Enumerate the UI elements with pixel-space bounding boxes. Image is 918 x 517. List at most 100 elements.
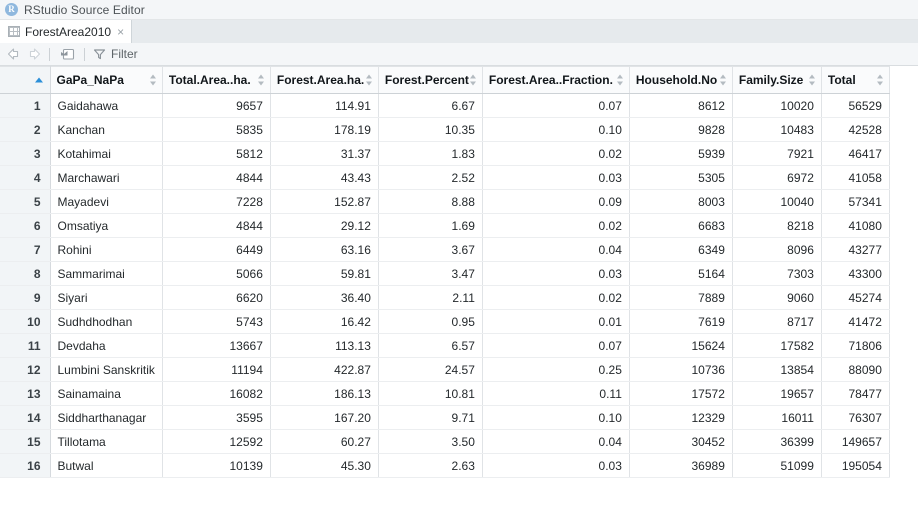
sort-toggle-icon[interactable] <box>150 74 157 86</box>
column-header-rownumber[interactable] <box>0 66 51 94</box>
table-row[interactable]: 13 Sainamaina 16082 186.13 10.81 0.11 17572 196… <box>0 381 890 406</box>
table-cell: 1.69 <box>378 213 483 238</box>
table-cell: 5066 <box>162 261 271 286</box>
table-cell: 2.52 <box>378 165 483 190</box>
table-cell: 10139 <box>162 453 271 478</box>
table-cell: 0.09 <box>482 189 630 214</box>
data-grid-container[interactable]: GaPa_NaPa Total.Area..ha. Forest.Area.ha. F… <box>0 66 918 517</box>
sort-toggle-icon[interactable] <box>720 74 727 86</box>
table-cell: 3.47 <box>378 261 483 286</box>
table-row[interactable]: 9 Siyari 6620 36.40 2.11 0.02 7889 9060 45274 <box>0 285 890 310</box>
table-cell: 0.11 <box>482 381 630 406</box>
back-arrow-icon[interactable] <box>7 48 24 60</box>
table-row[interactable]: 7 Rohini 6449 63.16 3.67 0.04 6349 8096 43277 <box>0 237 890 262</box>
column-header-label: Family.Size <box>738 73 804 87</box>
table-row[interactable]: 1 Gaidahawa 9657 114.91 6.67 0.07 8612 10020 565… <box>0 93 890 118</box>
table-cell: 45274 <box>821 285 890 310</box>
sort-toggle-icon[interactable] <box>617 74 624 86</box>
table-cell: 16.42 <box>270 309 379 334</box>
table-cell: 0.25 <box>482 357 630 382</box>
row-number-cell: 2 <box>0 117 51 142</box>
table-cell: 6.67 <box>378 93 483 118</box>
row-number-cell: 6 <box>0 213 51 238</box>
row-number-cell: 11 <box>0 333 51 358</box>
column-header-gapa-napa[interactable]: GaPa_NaPa <box>50 66 163 94</box>
table-cell: 12592 <box>162 429 271 454</box>
column-header-household-no[interactable]: Household.No <box>629 66 733 94</box>
data-viewer-toolbar: Filter <box>0 43 918 66</box>
data-grid-header: GaPa_NaPa Total.Area..ha. Forest.Area.ha. F… <box>0 66 890 94</box>
table-cell: 11194 <box>162 357 271 382</box>
table-cell: 36399 <box>732 429 822 454</box>
table-cell: 19657 <box>732 381 822 406</box>
table-cell: 43.43 <box>270 165 379 190</box>
table-cell: Sainamaina <box>50 381 163 406</box>
table-cell: 6972 <box>732 165 822 190</box>
table-cell: Siddharthanagar <box>50 405 163 430</box>
close-icon[interactable]: × <box>117 26 124 38</box>
sort-toggle-icon[interactable] <box>470 74 477 86</box>
table-row[interactable]: 10 Sudhdhodhan 5743 16.42 0.95 0.01 7619 8717 41… <box>0 309 890 334</box>
sort-ascending-icon <box>34 77 43 83</box>
tab-forestarea2010[interactable]: ForestArea2010 × <box>0 20 133 43</box>
row-number-cell: 13 <box>0 381 51 406</box>
table-cell: Marchawari <box>50 165 163 190</box>
table-cell: Sudhdhodhan <box>50 309 163 334</box>
tab-strip: ForestArea2010 × <box>0 20 918 43</box>
table-row[interactable]: 12 Lumbini Sanskritik 11194 422.87 24.57 0.25… <box>0 357 890 382</box>
table-cell: 10.81 <box>378 381 483 406</box>
column-header-label: Total <box>827 73 856 87</box>
table-cell: 114.91 <box>270 93 379 118</box>
table-cell: Gaidahawa <box>50 93 163 118</box>
table-row[interactable]: 5 Mayadevi 7228 152.87 8.88 0.09 8003 10040 5734… <box>0 189 890 214</box>
table-cell: 30452 <box>629 429 733 454</box>
table-row[interactable]: 2 Kanchan 5835 178.19 10.35 0.10 9828 10483 4252… <box>0 117 890 142</box>
table-cell: 4844 <box>162 213 271 238</box>
column-header-forest-percent[interactable]: Forest.Percent <box>378 66 483 94</box>
table-cell: 0.04 <box>482 237 630 262</box>
filter-label[interactable]: Filter <box>111 47 138 61</box>
table-cell: 0.07 <box>482 93 630 118</box>
table-cell: 0.03 <box>482 453 630 478</box>
forward-arrow-icon[interactable] <box>24 48 41 60</box>
table-row[interactable]: 3 Kotahimai 5812 31.37 1.83 0.02 5939 7921 46417 <box>0 141 890 166</box>
sort-toggle-icon[interactable] <box>877 74 884 86</box>
table-cell: 36.40 <box>270 285 379 310</box>
sort-toggle-icon[interactable] <box>366 74 373 86</box>
table-row[interactable]: 4 Marchawari 4844 43.43 2.52 0.03 5305 6972 4105… <box>0 165 890 190</box>
row-number-cell: 10 <box>0 309 51 334</box>
column-header-total-area-ha[interactable]: Total.Area..ha. <box>162 66 271 94</box>
table-cell: 41080 <box>821 213 890 238</box>
sort-toggle-icon[interactable] <box>809 74 816 86</box>
column-header-forest-area-fraction[interactable]: Forest.Area..Fraction. <box>482 66 630 94</box>
table-cell: Lumbini Sanskritik <box>50 357 163 382</box>
toolbar-separator <box>49 47 50 61</box>
sort-toggle-icon[interactable] <box>258 74 265 86</box>
table-row[interactable]: 11 Devdaha 13667 113.13 6.57 0.07 15624 17582 71… <box>0 333 890 358</box>
filter-funnel-icon[interactable] <box>93 48 106 60</box>
column-header-family-size[interactable]: Family.Size <box>732 66 822 94</box>
table-cell: 7921 <box>732 141 822 166</box>
row-number-cell: 8 <box>0 261 51 286</box>
table-row[interactable]: 16 Butwal 10139 45.30 2.63 0.03 36989 51099 1950… <box>0 453 890 478</box>
table-cell: 0.02 <box>482 285 630 310</box>
table-row[interactable]: 6 Omsatiya 4844 29.12 1.69 0.02 6683 8218 41080 <box>0 213 890 238</box>
table-cell: 5164 <box>629 261 733 286</box>
table-cell: Sammarimai <box>50 261 163 286</box>
row-number-cell: 1 <box>0 93 51 118</box>
table-row[interactable]: 14 Siddharthanagar 3595 167.20 9.71 0.10 12329… <box>0 405 890 430</box>
column-header-forest-area-ha[interactable]: Forest.Area.ha. <box>270 66 379 94</box>
table-cell: 422.87 <box>270 357 379 382</box>
column-header-total[interactable]: Total <box>821 66 890 94</box>
table-row[interactable]: 15 Tillotama 12592 60.27 3.50 0.04 30452 36399 1… <box>0 429 890 454</box>
table-cell: 0.02 <box>482 141 630 166</box>
table-cell: 0.01 <box>482 309 630 334</box>
table-cell: 8612 <box>629 93 733 118</box>
table-row[interactable]: 8 Sammarimai 5066 59.81 3.47 0.03 5164 7303 4330… <box>0 261 890 286</box>
popout-window-icon[interactable] <box>58 47 76 61</box>
table-cell: 5835 <box>162 117 271 142</box>
table-cell: 10736 <box>629 357 733 382</box>
table-cell: 2.11 <box>378 285 483 310</box>
toolbar-separator <box>84 47 85 61</box>
table-cell: 10020 <box>732 93 822 118</box>
